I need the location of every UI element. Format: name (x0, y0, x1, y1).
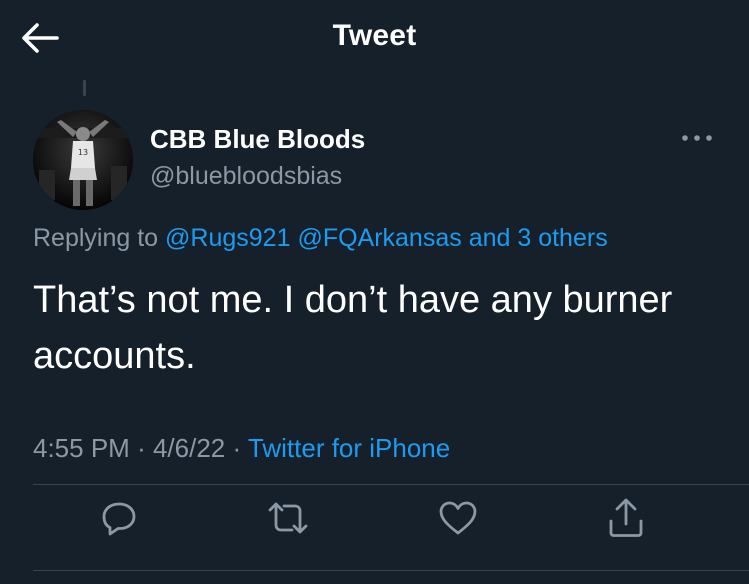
svg-text:13: 13 (78, 148, 88, 157)
header-bar: Tweet (0, 0, 749, 76)
display-name[interactable]: CBB Blue Bloods (150, 124, 365, 155)
more-horizontal-icon (682, 135, 712, 141)
tweet-detail-page: Tweet 13 CBB Blue Bloods @bluebloodsbias… (0, 0, 749, 584)
tweet-source-link[interactable]: Twitter for iPhone (248, 433, 450, 463)
heart-icon (439, 501, 477, 535)
share-icon (609, 498, 643, 537)
action-bar (0, 496, 749, 540)
replying-prefix: Replying to (33, 224, 166, 252)
mention-others-link[interactable]: and 3 others (469, 224, 608, 252)
thread-connector-line (83, 80, 86, 96)
basketball-player-photo: 13 (33, 110, 133, 210)
mention-link[interactable]: @Rugs921 (165, 224, 290, 252)
avatar[interactable]: 13 (33, 110, 133, 210)
retweet-icon (268, 502, 308, 534)
tweet-date[interactable]: 4/6/22 (153, 433, 225, 463)
tweet-text: That’s not me. I don’t have any burner a… (33, 279, 673, 377)
share-button[interactable] (604, 496, 648, 540)
tweet-metadata: 4:55 PM · 4/6/22 · Twitter for iPhone (33, 433, 450, 464)
retweet-button[interactable] (266, 496, 310, 540)
replying-to-line: Replying to @Rugs921 @FQArkansas and 3 o… (33, 224, 608, 253)
reply-icon (102, 502, 136, 536)
separator-dot: · (137, 433, 153, 463)
divider (33, 484, 749, 485)
divider (33, 570, 749, 571)
separator-dot: · (232, 433, 248, 463)
user-handle[interactable]: @bluebloodsbias (150, 162, 342, 191)
more-options-button[interactable] (678, 126, 716, 150)
tweet-time[interactable]: 4:55 PM (33, 433, 130, 463)
like-button[interactable] (436, 496, 480, 540)
page-title: Tweet (332, 19, 417, 52)
mention-link[interactable]: @FQArkansas (297, 224, 461, 252)
reply-button[interactable] (97, 496, 141, 540)
